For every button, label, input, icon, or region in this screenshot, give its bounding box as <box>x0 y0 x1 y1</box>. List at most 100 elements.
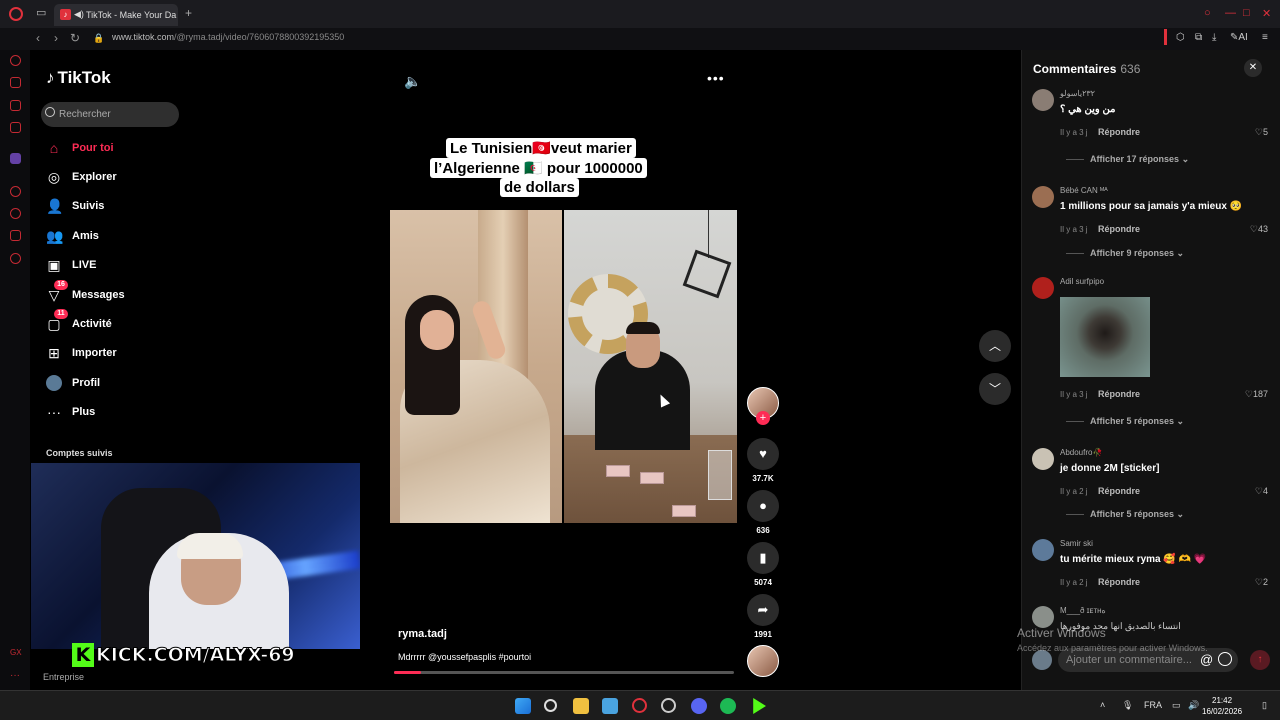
nav-item-explorer[interactable]: ◎ Explorer <box>44 167 184 189</box>
aria-icon[interactable] <box>10 55 21 66</box>
browser-tab-tiktok[interactable]: ♪ ◀) TikTok - Make Your Da <box>54 4 178 26</box>
tiktok-logo[interactable]: ♪ TikTok <box>46 68 111 88</box>
emoji-icon[interactable] <box>1218 652 1232 666</box>
comment-like-button[interactable]: ♡43 <box>1250 224 1268 235</box>
share-button[interactable]: ➦ 1991 <box>746 594 780 639</box>
new-tab-button[interactable]: + <box>185 6 192 20</box>
nav-item-suivis[interactable]: 👤 Suivis <box>44 196 184 218</box>
close-window-button[interactable]: ✕ <box>1262 7 1271 20</box>
comment-button[interactable]: ● 636 <box>746 490 780 535</box>
clock[interactable]: 21:42 16/02/2026 <box>1202 695 1242 717</box>
twitch-app-icon[interactable] <box>10 153 21 164</box>
network-icon[interactable]: ▭ <box>1172 700 1181 711</box>
comment-author[interactable]: Bébé CAN ᴹᴬ <box>1060 186 1108 195</box>
nav-item-messages[interactable]: ▽ 16 Messages <box>44 280 184 307</box>
next-video-button[interactable]: ﹀ <box>979 373 1011 405</box>
crypto-wallet-icon[interactable] <box>10 77 21 88</box>
minimize-button[interactable]: — <box>1225 7 1236 19</box>
mention-icon[interactable]: @ <box>1200 652 1213 667</box>
comment-image[interactable] <box>1060 297 1150 377</box>
opera-logo-icon[interactable] <box>9 7 23 21</box>
avatar[interactable] <box>1032 89 1054 111</box>
avatar[interactable] <box>1032 448 1054 470</box>
download-icon[interactable]: ⤓ <box>1212 32 1216 43</box>
discord-icon[interactable] <box>691 698 707 714</box>
easy-setup-icon[interactable]: ≡ <box>1262 32 1268 43</box>
chat-icon[interactable] <box>10 230 21 241</box>
reply-button[interactable]: Répondre <box>1098 577 1140 587</box>
volume-icon[interactable]: 🔈 <box>404 73 421 90</box>
save-button[interactable]: ▮ 5074 <box>746 542 780 587</box>
nav-item-plus[interactable]: ··· Plus <box>44 402 184 424</box>
tab-manager-icon[interactable]: ▭ <box>36 6 46 19</box>
comment-author[interactable]: M⁠___ð ɪᴇᴛʜه <box>1060 606 1106 615</box>
file-explorer-icon[interactable] <box>573 698 589 714</box>
avatar[interactable] <box>1032 539 1054 561</box>
show-replies-button[interactable]: Afficher 9 réponses ⌄ <box>1066 248 1184 259</box>
comment-author[interactable]: Adil surfpipo <box>1060 277 1104 286</box>
reply-button[interactable]: Répondre <box>1098 389 1140 399</box>
tab-audio-icon[interactable]: ◀) <box>74 9 84 20</box>
back-button[interactable]: ‹ <box>36 31 40 45</box>
show-replies-button[interactable]: Afficher 5 réponses ⌄ <box>1066 416 1184 427</box>
avatar[interactable] <box>1032 606 1054 628</box>
chatgpt-icon[interactable] <box>661 698 676 713</box>
forward-button[interactable]: › <box>54 31 58 45</box>
url-field[interactable]: www.tiktok.com/@ryma.tadj/video/76060788… <box>112 32 344 42</box>
player-icon[interactable] <box>10 186 21 197</box>
nav-item-live[interactable]: ▣ LIVE <box>44 255 184 277</box>
reload-button[interactable]: ↻ <box>70 31 80 45</box>
notifications-icon[interactable]: ▯ <box>1262 700 1267 711</box>
reply-button[interactable]: Répondre <box>1098 486 1140 496</box>
nav-item-pour-toi[interactable]: ⌂ Pour toi <box>44 138 184 160</box>
sidebar-more-icon[interactable]: ··· <box>10 670 21 681</box>
close-comments-button[interactable]: ✕ <box>1244 59 1262 77</box>
reply-button[interactable]: Répondre <box>1098 224 1140 234</box>
nav-item-activite[interactable]: ▢ 11 Activité <box>44 309 184 336</box>
nav-item-importer[interactable]: ⊞ Importer <box>44 343 184 365</box>
comment-like-button[interactable]: ♡2 <box>1255 577 1268 588</box>
nav-item-amis[interactable]: 👥 Amis <box>44 226 184 248</box>
show-replies-button[interactable]: Afficher 5 réponses ⌄ <box>1066 509 1184 520</box>
settings-icon[interactable] <box>10 253 21 264</box>
search-tabs-icon[interactable]: ○ <box>1204 7 1211 19</box>
avatar[interactable] <box>1032 186 1054 208</box>
opera-gx-icon[interactable] <box>632 698 647 713</box>
search-box[interactable]: Rechercher <box>41 102 179 127</box>
maximize-button[interactable]: □ <box>1243 7 1250 19</box>
history-icon[interactable] <box>10 208 21 219</box>
previous-video-button[interactable]: ︿ <box>979 330 1011 362</box>
video-frame[interactable] <box>390 210 737 523</box>
snapshot-icon[interactable]: ⧉ <box>1195 32 1202 43</box>
store-icon[interactable] <box>602 698 618 714</box>
spotify-icon[interactable] <box>720 698 736 714</box>
footer-entreprise[interactable]: Entreprise <box>43 672 84 682</box>
aria-ai-button[interactable]: ✎AI <box>1230 32 1248 43</box>
more-options-icon[interactable]: ••• <box>707 70 725 86</box>
comment-author[interactable]: Samir ski <box>1060 539 1093 548</box>
tray-chevron-icon[interactable]: ˄ <box>1100 700 1105 710</box>
comment-like-button[interactable]: ♡187 <box>1245 389 1268 400</box>
comment-like-button[interactable]: ♡5 <box>1255 127 1268 138</box>
nav-item-profil[interactable]: Profil <box>44 373 184 395</box>
messenger-icon[interactable] <box>10 100 21 111</box>
show-replies-button[interactable]: Afficher 17 réponses ⌄ <box>1066 154 1189 165</box>
volume-icon[interactable]: 🔊 <box>1188 700 1199 711</box>
creator-avatar-button[interactable]: + <box>746 387 780 425</box>
search-icon[interactable] <box>544 699 557 712</box>
sound-avatar-button[interactable] <box>746 645 780 677</box>
comment-author[interactable]: Abdoufro🥀 <box>1060 448 1102 457</box>
send-comment-button[interactable]: ↑ <box>1250 650 1270 670</box>
like-button[interactable]: ♥ 37.7K <box>746 438 780 483</box>
gx-icon[interactable]: GX <box>10 648 22 659</box>
avatar[interactable] <box>1032 277 1054 299</box>
extensions-icon[interactable]: ⬡ <box>1176 32 1185 43</box>
kick-app-icon[interactable] <box>753 698 766 714</box>
windows-start-icon[interactable] <box>515 698 531 714</box>
follow-plus-icon[interactable]: + <box>756 411 770 425</box>
twitch-icon[interactable] <box>10 122 21 133</box>
microphone-icon[interactable]: 🎙 <box>1122 700 1133 711</box>
language-indicator[interactable]: FRA <box>1144 700 1162 710</box>
comment-like-button[interactable]: ♡4 <box>1255 486 1268 497</box>
comment-author[interactable]: ٢٣٢ياسولو <box>1060 89 1095 98</box>
